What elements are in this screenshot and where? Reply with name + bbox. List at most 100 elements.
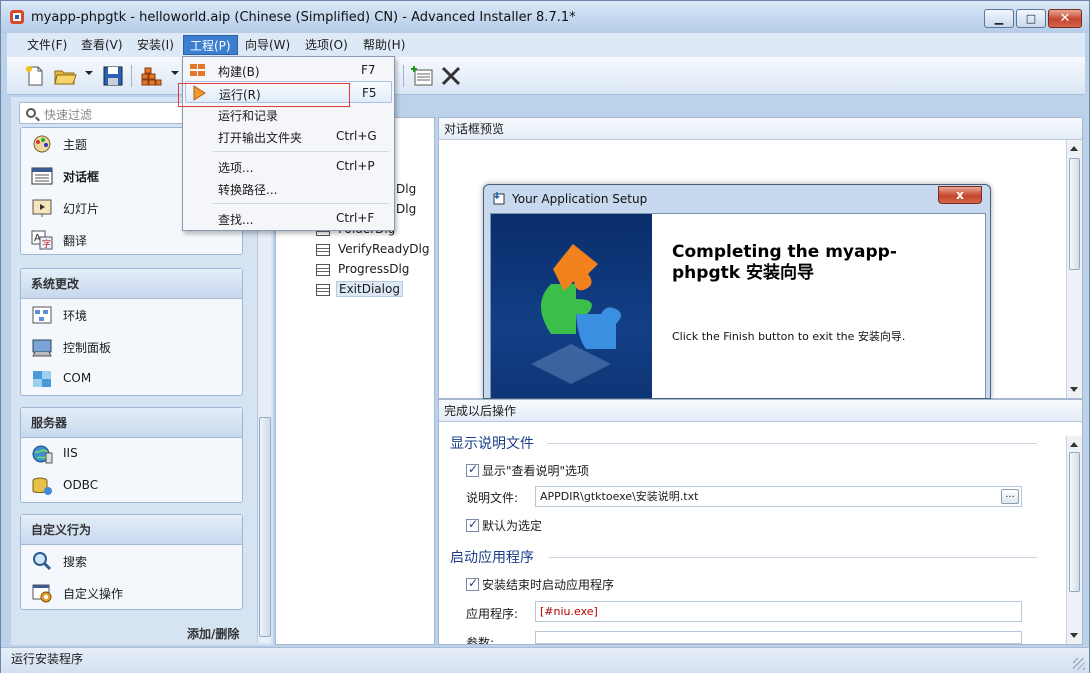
nav-item-custom-action[interactable]: 自定义操作	[21, 577, 242, 609]
scroll-down-icon[interactable]	[1070, 387, 1078, 392]
application-value: [#niu.exe]	[540, 605, 598, 618]
dialog-close-button[interactable]: x	[938, 186, 982, 204]
nav-item-search[interactable]: 搜索	[21, 545, 242, 577]
menu-bar: 文件(F) 查看(V) 安装(I) 工程(P) 向导(W) 选项(O) 帮助(H…	[7, 33, 1085, 57]
checkbox-checked-icon	[466, 517, 479, 532]
environment-icon	[32, 306, 52, 324]
scroll-down-icon[interactable]	[1070, 633, 1078, 638]
scroll-up-icon[interactable]	[1070, 146, 1078, 151]
section-launch-title: 启动应用程序	[450, 550, 534, 566]
nav-item-label: COM	[63, 371, 92, 385]
add-item-icon[interactable]	[411, 64, 435, 88]
group-header-custom-behavior[interactable]: 自定义行为	[21, 515, 242, 545]
arguments-label: 参数:	[466, 636, 495, 644]
preview-header: 对话框预览	[439, 118, 1082, 140]
application-label: 应用程序:	[466, 607, 519, 621]
checkbox-checked-icon	[466, 576, 479, 591]
preview-scroll-thumb[interactable]	[1069, 158, 1080, 270]
app-window: myapp-phpgtk - helloworld.aip (Chinese (…	[0, 0, 1090, 673]
maximize-button[interactable]: □	[1016, 9, 1046, 28]
menu-item-build[interactable]: 构建(B) F7	[185, 59, 392, 81]
dialog-side-banner	[491, 214, 652, 398]
delete-icon[interactable]	[439, 64, 463, 88]
menu-view[interactable]: 查看(V)	[75, 35, 129, 55]
readme-file-field[interactable]: APPDIR\gtktoexe\安装说明.txt ...	[535, 486, 1022, 507]
group-header-system[interactable]: 系统更改	[21, 269, 242, 299]
iis-icon	[32, 445, 53, 464]
toolbar-separator	[403, 65, 404, 87]
after-finish-pane: 完成以后操作 显示说明文件 显示"查看说明"选项 说明文件: APPDIR\gt…	[438, 399, 1083, 645]
app-icon	[10, 10, 24, 24]
close-button[interactable]: ✕	[1048, 9, 1082, 28]
scroll-up-icon[interactable]	[1070, 442, 1078, 447]
control-panel-icon	[32, 339, 52, 357]
add-remove-link[interactable]: 添加/删除	[187, 625, 239, 642]
launch-on-finish-checkbox[interactable]: 安装结束时启动应用程序	[466, 576, 614, 593]
menu-item-convert-paths[interactable]: 转换路径...	[185, 177, 392, 199]
default-selected-checkbox[interactable]: 默认为选定	[466, 517, 542, 534]
show-readme-checkbox[interactable]: 显示"查看说明"选项	[466, 462, 589, 479]
group-header-server[interactable]: 服务器	[21, 408, 242, 438]
status-text: 运行安装程序	[11, 652, 84, 666]
nav-item-com[interactable]: COM	[21, 363, 242, 395]
nav-item-label: IIS	[63, 446, 78, 460]
theme-icon	[33, 135, 51, 153]
puzzle-logo-icon	[531, 244, 621, 384]
arguments-field[interactable]	[535, 631, 1022, 644]
nav-item-iis[interactable]: IIS	[21, 438, 242, 470]
resize-grip-icon[interactable]	[1073, 658, 1085, 670]
minimize-icon: ▁	[994, 12, 1004, 25]
nav-item-label: 对话框	[63, 170, 100, 184]
quick-filter-placeholder: 快速过滤	[44, 108, 93, 122]
browse-button[interactable]: ...	[1001, 489, 1019, 504]
menu-install[interactable]: 安装(I)	[131, 35, 180, 55]
status-bar: 运行安装程序	[1, 647, 1089, 673]
nav-item-label: 主题	[63, 138, 88, 152]
after-finish-scroll-thumb[interactable]	[1069, 452, 1080, 592]
menu-wizard[interactable]: 向导(W)	[239, 35, 296, 55]
application-field[interactable]: [#niu.exe]	[535, 601, 1022, 622]
minimize-button[interactable]: ▁	[984, 9, 1014, 28]
nav-item-label: 环境	[63, 309, 88, 323]
maximize-icon: □	[1025, 12, 1037, 25]
left-panel-scroll-thumb[interactable]	[259, 417, 271, 637]
build-icon	[190, 64, 205, 76]
section-divider	[549, 557, 1037, 558]
menu-project[interactable]: 工程(P)	[183, 35, 238, 55]
after-finish-header: 完成以后操作	[439, 400, 1082, 422]
menu-file[interactable]: 文件(F)	[21, 35, 73, 55]
build-icon[interactable]	[139, 64, 163, 88]
toolbar-separator	[131, 65, 132, 87]
nav-item-odbc[interactable]: ODBC	[21, 470, 242, 502]
installer-icon	[493, 192, 505, 205]
nav-item-label: 幻灯片	[63, 202, 100, 216]
nav-item-label: 控制面板	[63, 341, 112, 355]
slideshow-icon	[32, 199, 52, 217]
dialogs-icon	[31, 167, 53, 185]
menu-item-find[interactable]: 查找... Ctrl+F	[185, 207, 392, 229]
title-bar[interactable]: myapp-phpgtk - helloworld.aip (Chinese (…	[1, 1, 1089, 33]
menu-help[interactable]: 帮助(H)	[357, 35, 411, 55]
after-finish-scrollbar[interactable]	[1066, 436, 1082, 644]
window-title: myapp-phpgtk - helloworld.aip (Chinese (…	[31, 10, 576, 25]
readme-file-value: APPDIR\gtktoexe\安装说明.txt	[540, 490, 699, 503]
magnifier-icon	[26, 108, 36, 118]
nav-item-environment[interactable]: 环境	[21, 299, 242, 331]
section-readme-title: 显示说明文件	[450, 436, 534, 452]
open-folder-icon[interactable]	[53, 64, 77, 88]
quick-filter-input[interactable]: 快速过滤	[19, 102, 199, 124]
menu-item-options[interactable]: 选项... Ctrl+P	[185, 155, 392, 177]
new-file-icon[interactable]	[23, 64, 47, 88]
save-icon[interactable]	[101, 64, 125, 88]
menu-options[interactable]: 选项(O)	[299, 35, 354, 55]
menu-separator	[213, 203, 389, 204]
readme-file-label: 说明文件:	[466, 491, 519, 505]
toolbar	[7, 57, 1085, 95]
checkbox-checked-icon	[466, 462, 479, 477]
build-dropdown-arrow-icon[interactable]	[171, 71, 179, 75]
preview-scrollbar[interactable]	[1066, 140, 1082, 398]
nav-item-control-panel[interactable]: 控制面板	[21, 331, 242, 363]
open-dropdown-arrow-icon[interactable]	[85, 71, 93, 75]
svg-text:字: 字	[42, 238, 51, 250]
menu-item-open-output-folder[interactable]: 打开输出文件夹 Ctrl+G	[185, 125, 392, 147]
